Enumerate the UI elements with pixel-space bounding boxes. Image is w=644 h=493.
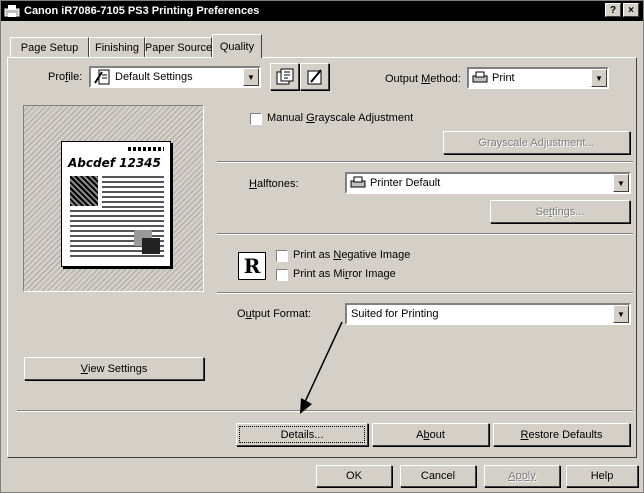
divider xyxy=(217,292,633,294)
about-button[interactable]: Ab out xyxy=(372,423,489,446)
edit-profile-button[interactable] xyxy=(300,63,329,90)
ok-button[interactable]: OK xyxy=(316,465,392,487)
divider xyxy=(217,161,633,163)
negative-image-checkbox[interactable] xyxy=(276,250,288,262)
printer-icon xyxy=(350,176,366,188)
preview-sample-text: Abcdef 12345 xyxy=(68,156,161,170)
tab-finishing[interactable]: Finishing xyxy=(89,37,145,57)
apply-button[interactable]: Apply xyxy=(484,465,560,487)
tab-label: Finishing xyxy=(94,41,140,54)
mirror-image-label: Print as Mirror Image xyxy=(293,268,396,280)
add-profile-button[interactable] xyxy=(270,63,299,90)
window-title: Canon iR7086-7105 PS3 Printing Preferenc… xyxy=(24,5,260,17)
output-method-label: Output Method: xyxy=(385,73,461,85)
manual-grayscale-checkbox[interactable] xyxy=(250,113,262,125)
view-settings-button[interactable]: View Settings xyxy=(24,357,204,380)
details-button[interactable]: Details... xyxy=(236,423,368,446)
halftones-label: Halftones: xyxy=(249,178,299,190)
printer-app-icon xyxy=(4,5,20,17)
tab-label: Page Setup xyxy=(20,41,79,54)
negative-image-label: Print as Negative Image xyxy=(293,249,411,261)
mirror-preview-icon: R xyxy=(238,252,266,280)
output-format-value: Suited for Printing xyxy=(351,308,439,320)
tab-quality[interactable]: Quality xyxy=(212,34,262,58)
output-method-value: Print xyxy=(492,72,515,84)
preview-page: Abcdef 12345 xyxy=(61,141,171,267)
cancel-button[interactable]: Cancel xyxy=(400,465,476,487)
chevron-down-icon[interactable]: ▼ xyxy=(591,69,607,87)
help-title-button[interactable]: ? xyxy=(605,3,621,17)
chevron-down-icon[interactable]: ▼ xyxy=(613,305,629,323)
close-title-button[interactable]: × xyxy=(623,3,639,17)
halftones-value: Printer Default xyxy=(370,177,441,189)
printer-icon xyxy=(472,71,488,83)
preview-dots xyxy=(128,147,164,151)
profile-label: Profile: xyxy=(48,71,83,83)
mirror-image-checkbox[interactable] xyxy=(276,269,288,281)
halftones-select[interactable]: Printer Default ▼ xyxy=(345,172,631,194)
chevron-down-icon[interactable]: ▼ xyxy=(243,68,259,86)
grayscale-adjustment-button[interactable]: Grayscale Adjustment... xyxy=(443,131,630,154)
preview-photo xyxy=(70,176,98,206)
arrow-annotation xyxy=(300,321,343,414)
tab-paper-source[interactable]: Paper Source xyxy=(145,37,212,57)
manual-grayscale-label: Manual Grayscale Adjustment xyxy=(267,112,414,124)
output-format-select[interactable]: Suited for Printing ▼ xyxy=(345,303,631,325)
tab-label: Paper Source xyxy=(144,41,213,54)
title-bar: Canon iR7086-7105 PS3 Printing Preferenc… xyxy=(1,1,643,21)
help-icon: ? xyxy=(609,4,617,16)
tab-label: Quality xyxy=(219,40,255,53)
tab-page-setup[interactable]: Page Setup xyxy=(10,37,89,57)
profile-icon xyxy=(94,69,110,85)
chevron-down-icon[interactable]: ▼ xyxy=(613,174,629,192)
profile-select[interactable]: Default Settings ▼ xyxy=(89,66,261,88)
help-button[interactable]: Help xyxy=(566,465,638,487)
profile-value: Default Settings xyxy=(115,71,193,83)
close-icon: × xyxy=(628,4,634,16)
divider xyxy=(217,233,633,235)
add-profile-icon xyxy=(276,68,293,84)
output-method-select[interactable]: Print ▼ xyxy=(467,67,609,89)
preview-shape-b xyxy=(142,238,160,254)
halftone-settings-button[interactable]: Se t tings... xyxy=(490,200,630,223)
restore-defaults-button[interactable]: Restore Defaults xyxy=(493,423,630,446)
edit-profile-icon xyxy=(307,68,322,84)
